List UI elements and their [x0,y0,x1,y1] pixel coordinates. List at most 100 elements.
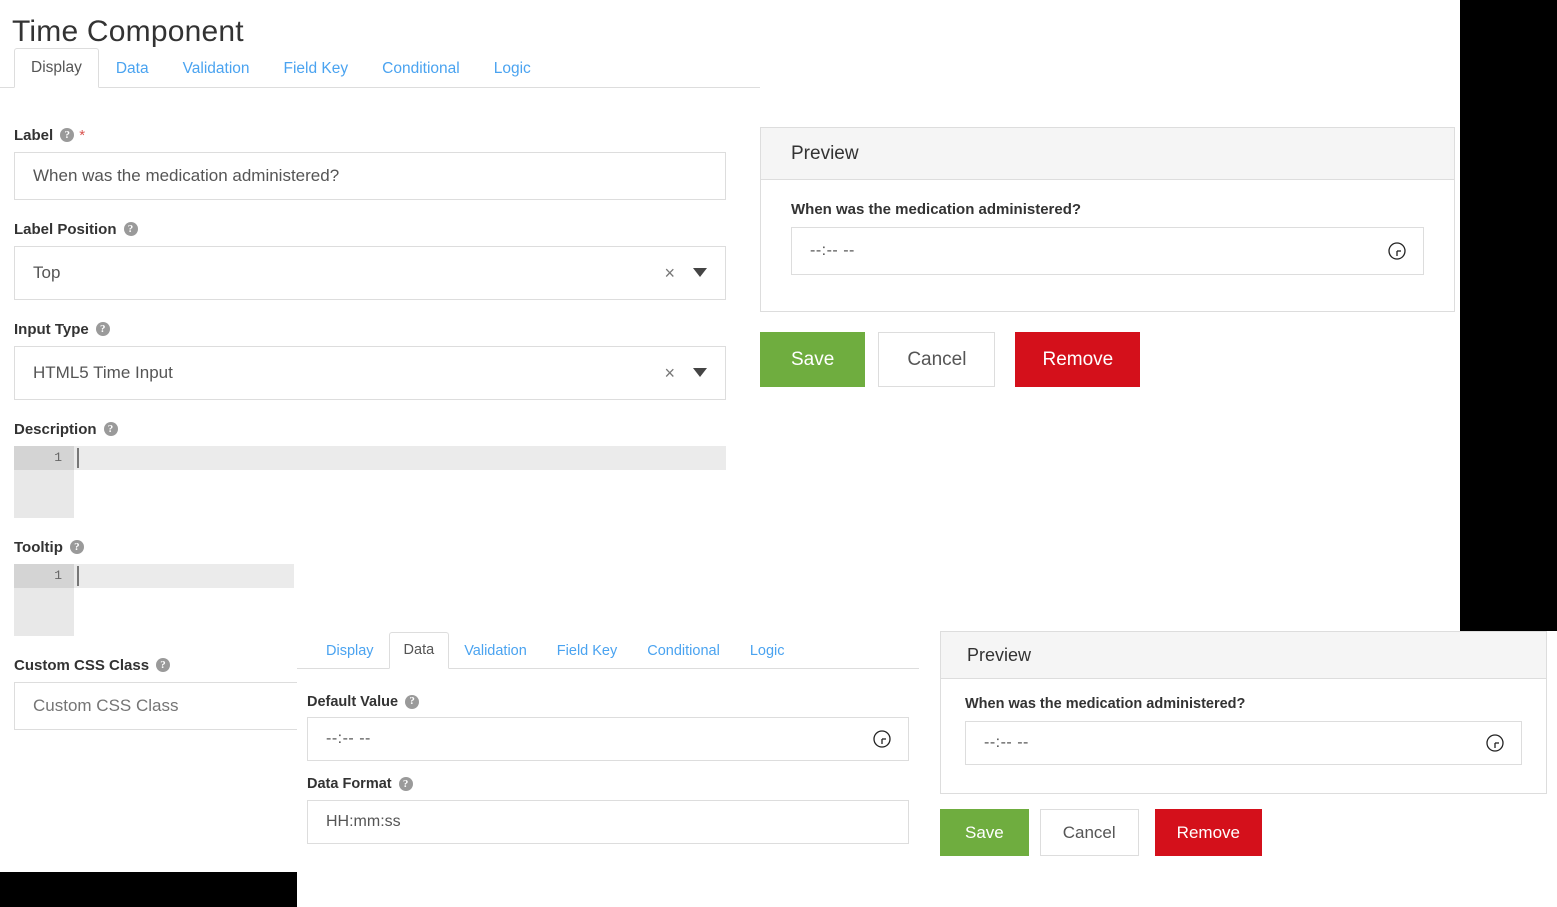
tab-validation[interactable]: Validation [449,633,542,669]
description-label: Description ? [14,422,726,437]
time-component-editor-dialog-data-tab: Display Data Validation Field Key Condit… [297,631,1557,907]
required-asterisk: * [79,126,86,144]
field-group-default-value: Default Value ? --:-- -- [307,693,909,761]
label-field-label-text: Label [14,126,54,144]
editor-caret [77,565,79,586]
help-icon[interactable]: ? [123,222,138,236]
tab-logic[interactable]: Logic [477,49,548,88]
preview-panel-body: When was the medication administered? --… [761,180,1454,311]
help-icon[interactable]: ? [398,777,413,792]
clear-icon[interactable]: × [664,364,675,382]
input-type-value: HTML5 Time Input [33,362,173,382]
default-value-time-input[interactable]: --:-- -- [307,717,909,761]
editor-active-line [74,445,726,470]
tab-data[interactable]: Data [99,49,166,88]
help-icon[interactable]: ? [103,422,118,436]
tab-display[interactable]: Display [14,48,99,88]
data-settings-tabs: Display Data Validation Field Key Condit… [297,631,919,669]
remove-button[interactable]: Remove [1154,808,1262,856]
field-group-tooltip: Tooltip ? 1 [14,540,726,636]
editor-active-line [74,563,294,588]
preview-wrapper: Preview When was the medication administ… [760,127,1455,387]
data-format-label-text: Data Format [307,776,392,792]
label-field-label: Label ? * [14,128,726,143]
clock-icon[interactable] [1485,733,1505,753]
remove-button[interactable]: Remove [1015,332,1141,387]
label-position-select[interactable]: Top × [14,245,726,300]
clock-icon[interactable] [1387,241,1407,261]
label-position-label: Label Position ? [14,222,726,237]
preview-panel: Preview When was the medication administ… [940,631,1547,794]
data-format-label: Data Format ? [307,777,909,792]
tab-field-key[interactable]: Field Key [267,49,366,88]
preview-time-value: --:-- -- [984,733,1029,751]
editor-line-number: 1 [14,445,74,470]
screenshot-stage: Time Component Display Data Validation F… [0,0,1557,907]
tab-data[interactable]: Data [388,632,450,669]
tab-conditional[interactable]: Conditional [632,633,735,669]
default-value-label-text: Default Value [307,693,399,710]
cancel-button[interactable]: Cancel [1039,808,1139,856]
input-type-label: Input Type ? [14,322,726,337]
tab-validation[interactable]: Validation [166,49,267,88]
description-label-text: Description [14,420,97,438]
editor-line-number: 1 [14,563,74,588]
save-button[interactable]: Save [940,808,1029,856]
clear-icon[interactable]: × [664,264,675,282]
preview-panel-title: Preview [761,128,1454,180]
save-button[interactable]: Save [760,332,866,387]
page-title: Time Component [12,15,244,48]
dialog-action-buttons: Save Cancel Remove [940,808,1547,856]
help-icon[interactable]: ? [95,322,110,336]
preview-question-label: When was the medication administered? [965,696,1246,712]
help-icon[interactable]: ? [60,128,75,142]
editor-gutter: 1 [14,445,74,518]
default-value-time-text: --:-- -- [326,730,371,747]
tab-display[interactable]: Display [311,633,389,669]
help-icon[interactable]: ? [69,540,84,554]
field-group-data-format: Data Format ? [307,777,909,844]
data-format-input[interactable] [307,799,909,844]
preview-time-input[interactable]: --:-- -- [791,227,1424,275]
field-group-label: Label ? * [14,128,726,200]
tooltip-label-text: Tooltip [14,538,63,556]
tooltip-label: Tooltip ? [14,540,726,555]
data-settings-form: Default Value ? --:-- -- Data Format ? H… [297,669,919,844]
editor-gutter: 1 [14,563,74,636]
help-icon[interactable]: ? [405,694,420,709]
input-type-select[interactable]: HTML5 Time Input × [14,345,726,400]
preview-panel: Preview When was the medication administ… [760,127,1455,312]
clock-icon[interactable] [872,729,892,749]
data-tab-split-row: Display Data Validation Field Key Condit… [297,631,1557,860]
editor-caret [77,447,79,468]
chevron-down-icon[interactable] [693,368,707,377]
tab-conditional[interactable]: Conditional [365,49,477,88]
preview-time-input[interactable]: --:-- -- [965,720,1522,765]
field-group-description: Description ? 1 [14,422,726,518]
data-preview-column: Preview When was the medication administ… [940,631,1547,860]
settings-tabs: Display Data Validation Field Key Condit… [0,47,760,88]
input-type-label-text: Input Type [14,320,89,338]
field-group-label-position: Label Position ? Top × [14,222,726,300]
custom-css-class-label-text: Custom CSS Class [14,656,150,674]
data-settings-column: Display Data Validation Field Key Condit… [297,631,919,860]
tooltip-code-editor[interactable]: 1 [14,563,294,636]
dialog-action-buttons: Save Cancel Remove [760,332,1455,387]
cancel-button[interactable]: Cancel [878,332,996,387]
editor-content[interactable] [74,563,294,636]
default-value-label: Default Value ? [307,693,909,710]
editor-content[interactable] [74,445,726,518]
label-position-label-text: Label Position [14,220,117,238]
preview-time-value: --:-- -- [810,242,855,259]
preview-question-label: When was the medication administered? [791,201,1082,218]
chevron-down-icon[interactable] [693,268,707,277]
label-position-value: Top [33,262,61,282]
tab-field-key[interactable]: Field Key [542,633,632,669]
preview-panel-title: Preview [941,632,1546,679]
help-icon[interactable]: ? [156,658,171,672]
tab-logic[interactable]: Logic [735,633,800,669]
preview-panel-body: When was the medication administered? --… [941,679,1546,793]
description-code-editor[interactable]: 1 [14,445,726,518]
field-group-input-type: Input Type ? HTML5 Time Input × [14,322,726,400]
label-input[interactable] [14,151,726,200]
